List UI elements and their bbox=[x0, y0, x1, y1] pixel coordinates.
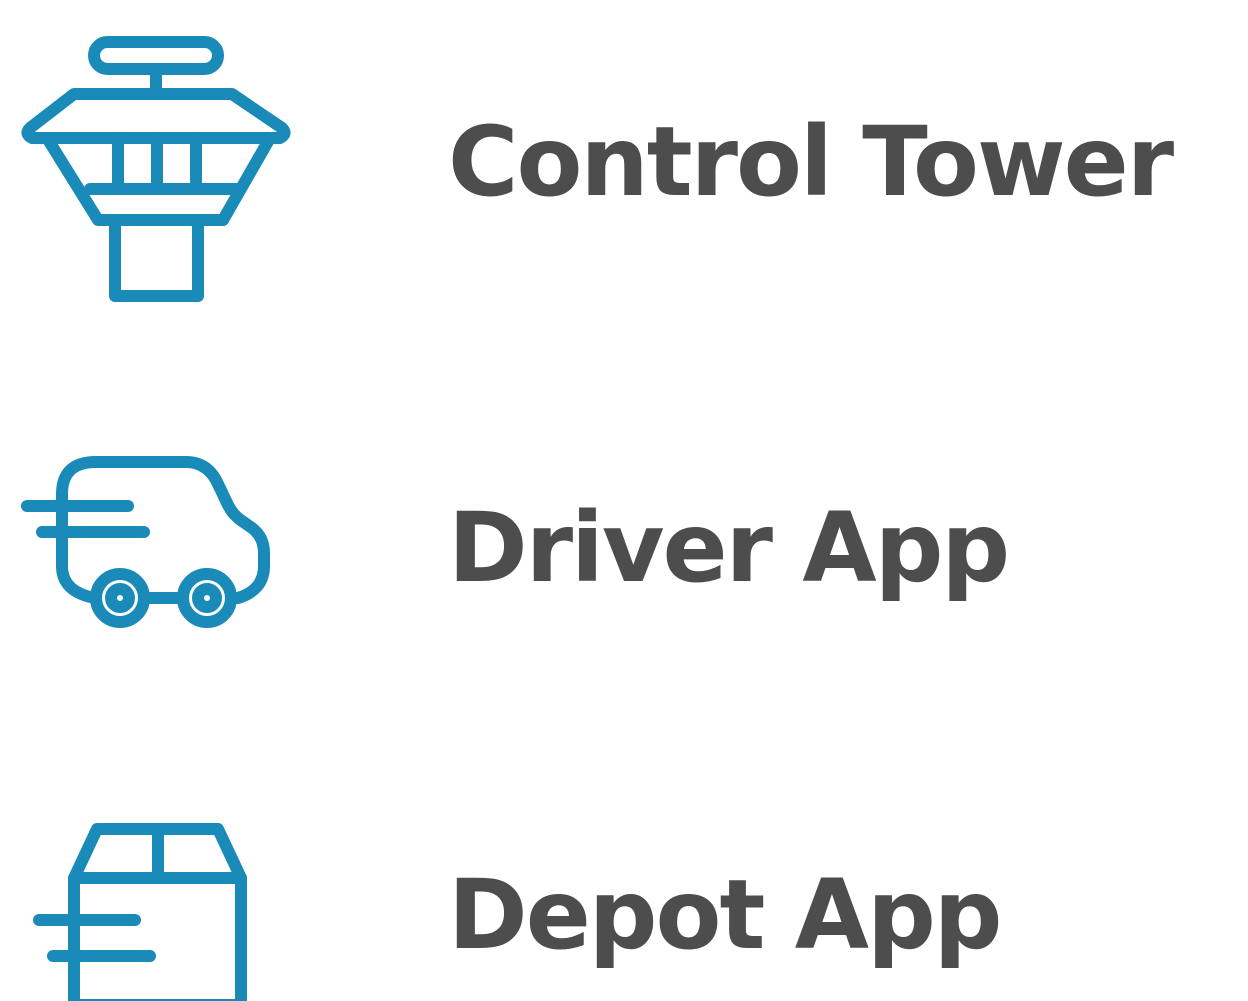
control-tower-label: Control Tower bbox=[448, 106, 1174, 218]
list-item-control-tower: Control Tower bbox=[0, 30, 1248, 310]
delivery-van-icon bbox=[21, 456, 270, 628]
list-item-driver-app: Driver App bbox=[0, 450, 1248, 640]
list-item-depot-app: Depot App bbox=[0, 815, 1248, 1001]
control-tower-icon bbox=[21, 36, 291, 302]
package-box-icon bbox=[33, 823, 247, 1001]
depot-app-label: Depot App bbox=[448, 859, 1003, 971]
driver-app-label: Driver App bbox=[448, 492, 1010, 604]
